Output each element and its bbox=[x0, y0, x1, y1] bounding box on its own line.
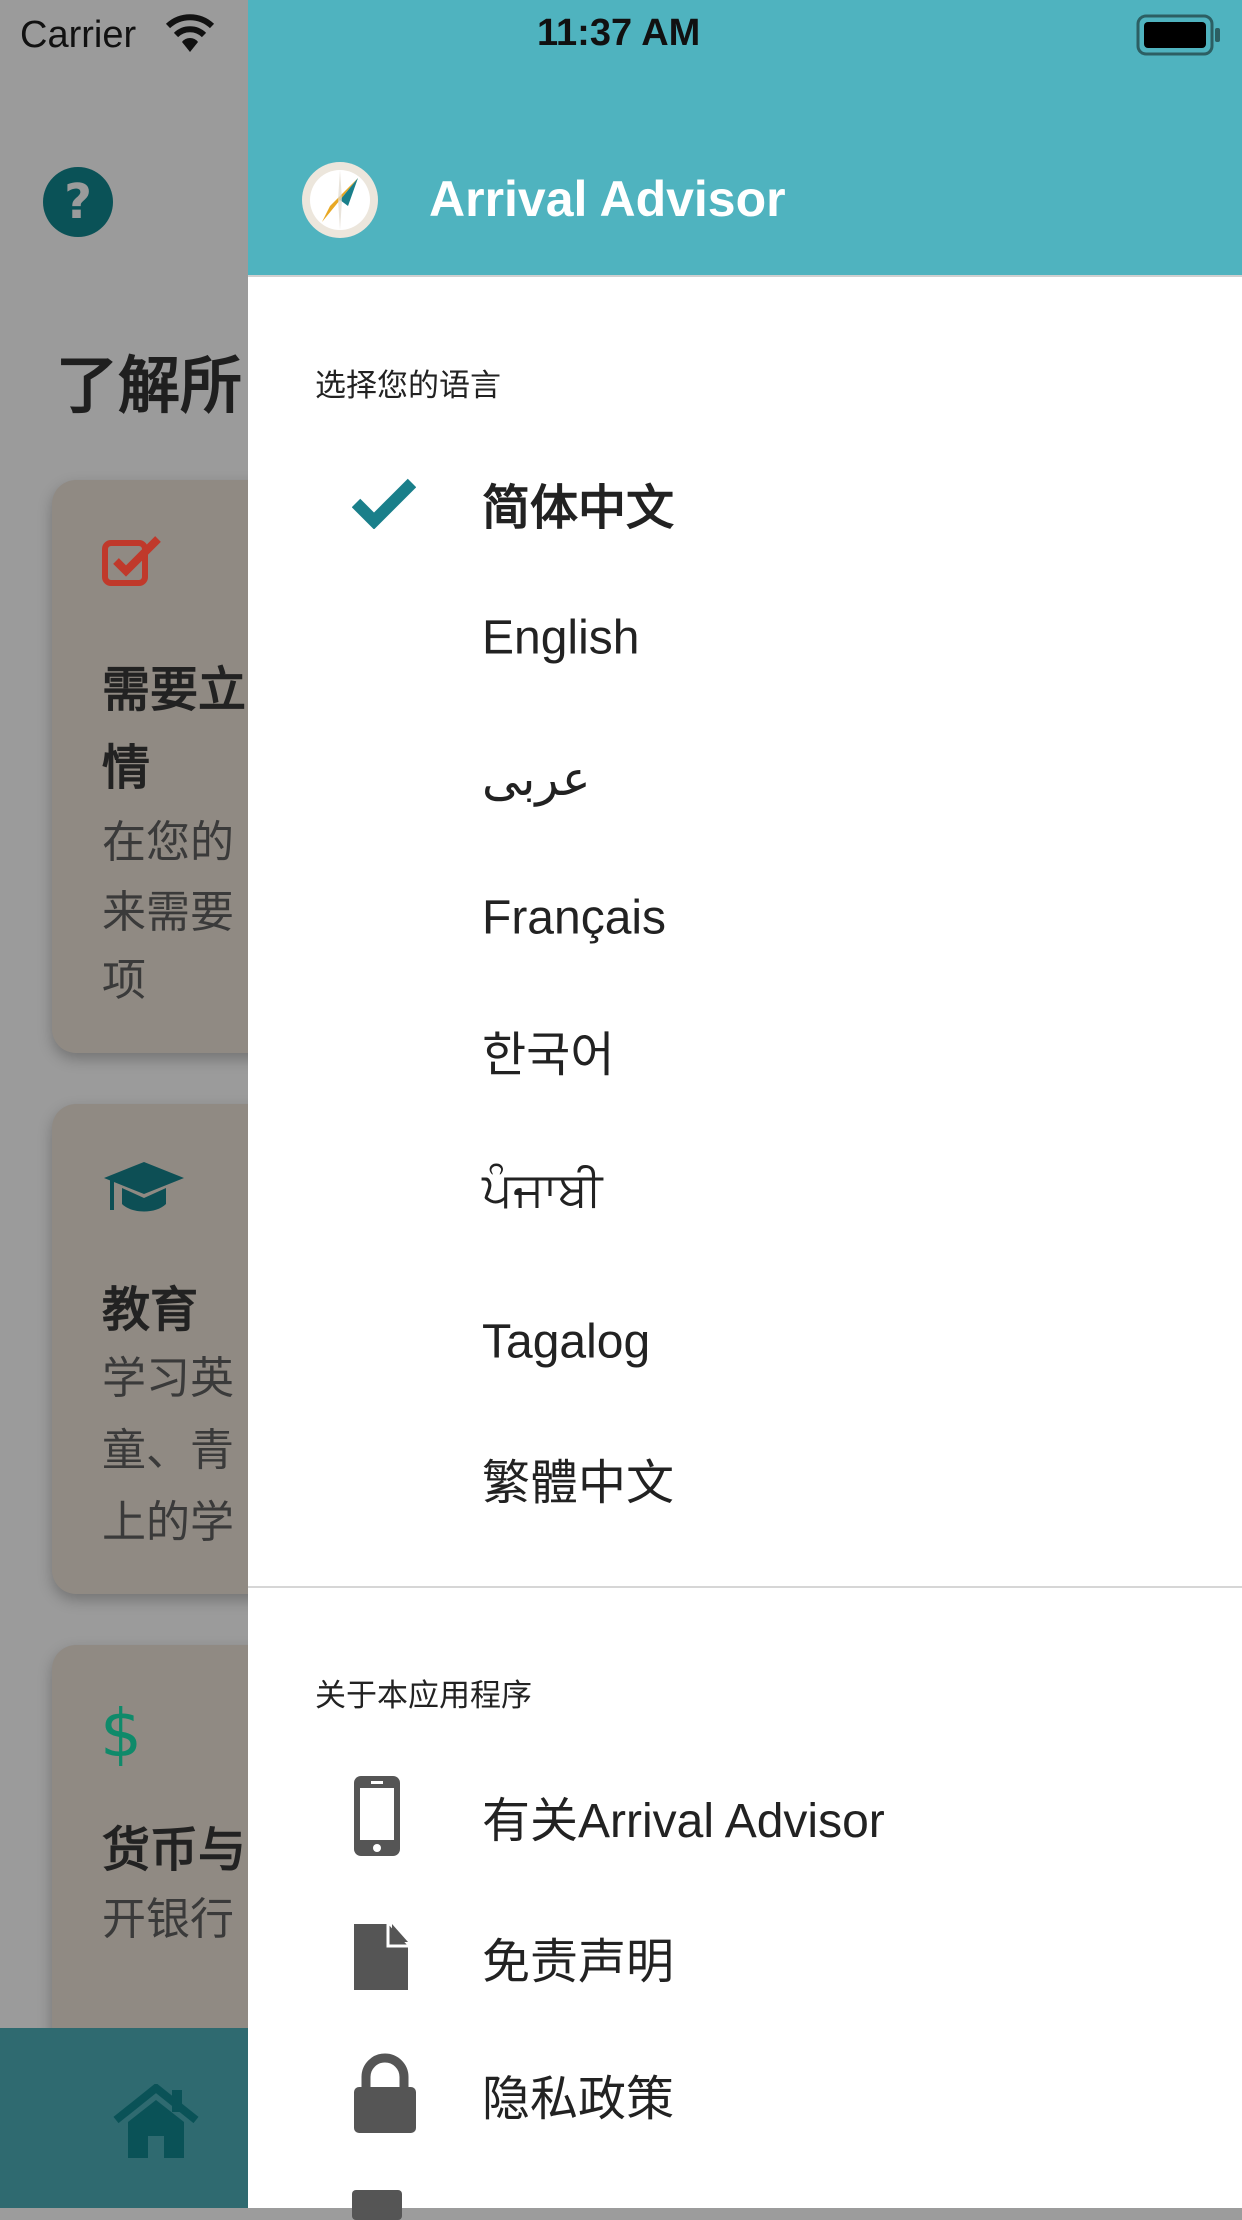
language-option-ko[interactable]: 한국어 bbox=[482, 1015, 614, 1085]
card-title: 情 bbox=[102, 742, 151, 795]
help-icon[interactable]: ? bbox=[42, 166, 114, 238]
card-urgent[interactable]: 需要立 情 在您的 来需要 项 bbox=[52, 480, 248, 1053]
carrier-label: Carrier bbox=[20, 14, 137, 56]
card-desc: 来需要 bbox=[102, 888, 234, 937]
language-option-pa[interactable]: ਪੰਜਾਬੀ bbox=[482, 1163, 602, 1219]
card-title: 需要立 bbox=[102, 664, 247, 717]
app-title: Arrival Advisor bbox=[429, 171, 786, 227]
card-desc: 在您的 bbox=[102, 818, 234, 867]
svg-text:?: ? bbox=[64, 174, 92, 230]
language-section-label: 选择您的语言 bbox=[315, 368, 501, 403]
disclaimer-item[interactable]: 免责声明 bbox=[482, 1922, 674, 1992]
checkbox-icon bbox=[102, 536, 161, 586]
card-desc: 开银行 bbox=[102, 1895, 234, 1944]
about-section-label: 关于本应用程序 bbox=[315, 1678, 532, 1713]
privacy-policy-item[interactable]: 隐私政策 bbox=[482, 2059, 674, 2129]
card-desc: 童、青 bbox=[102, 1426, 234, 1475]
language-option-zh-hans[interactable]: 简体中文 bbox=[482, 468, 674, 538]
divider bbox=[248, 1586, 1242, 1588]
language-option-tl[interactable]: Tagalog bbox=[482, 1315, 650, 1370]
phone-icon bbox=[354, 1776, 400, 1856]
battery-icon bbox=[1136, 14, 1220, 56]
background-screen: ? 了解所 需要立 情 在您的 来需要 项 教育 学习英 童、青 上的学 $ 货… bbox=[0, 0, 248, 2208]
tab-bar bbox=[0, 2028, 248, 2208]
time-label: 11:37 AM bbox=[537, 12, 701, 54]
card-desc: 上的学 bbox=[102, 1498, 234, 1547]
document-icon bbox=[354, 1922, 410, 1990]
page-title: 了解所 bbox=[56, 352, 243, 421]
wifi-icon bbox=[166, 14, 214, 52]
status-bar: Carrier 11:37 AM bbox=[0, 0, 1242, 80]
checkmark-icon bbox=[352, 478, 416, 529]
lock-icon bbox=[354, 2053, 416, 2133]
navigation-drawer: Arrival Advisor 选择您的语言 简体中文 English عربى… bbox=[248, 0, 1242, 2220]
about-app-item[interactable]: 有关Arrival Advisor bbox=[482, 1781, 885, 1851]
card-education[interactable]: 教育 学习英 童、青 上的学 bbox=[52, 1104, 248, 1594]
card-desc: 学习英 bbox=[102, 1354, 234, 1403]
document-icon bbox=[352, 2190, 402, 2220]
card-desc: 项 bbox=[102, 956, 146, 1005]
home-icon[interactable] bbox=[112, 2084, 200, 2160]
card-title: 教育 bbox=[102, 1284, 199, 1337]
language-option-en[interactable]: English bbox=[482, 611, 639, 666]
card-title: 货币与 bbox=[102, 1824, 247, 1877]
compass-logo-icon bbox=[302, 162, 378, 238]
language-option-ar[interactable]: عربى bbox=[482, 751, 591, 807]
dollar-icon: $ bbox=[100, 1695, 142, 1772]
language-option-fr[interactable]: Français bbox=[482, 891, 666, 946]
language-option-zh-hant[interactable]: 繁體中文 bbox=[482, 1443, 674, 1513]
graduation-cap-icon bbox=[104, 1162, 184, 1212]
